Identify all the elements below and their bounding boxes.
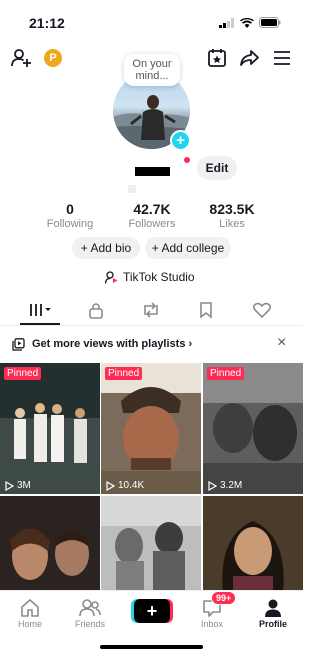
thumbnail-image <box>203 363 303 494</box>
stat-followers[interactable]: 42.7K Followers <box>112 201 192 231</box>
home-icon <box>21 599 39 617</box>
play-icon <box>208 480 217 491</box>
menu-icon[interactable] <box>271 47 293 69</box>
view-count: 3M <box>17 480 31 491</box>
thumbnail-image <box>0 496 100 593</box>
home-indicator <box>100 645 203 649</box>
add-avatar-button[interactable]: + <box>170 130 191 151</box>
nav-home-label: Home <box>17 619 42 629</box>
signal-icon <box>219 17 234 28</box>
friends-icon <box>79 599 101 617</box>
nav-profile-label: Profile <box>258 619 287 629</box>
repost-icon <box>144 302 158 318</box>
thumbnail-image <box>203 496 303 593</box>
view-count: 3.2M <box>220 480 243 491</box>
thumbnail-image <box>101 363 201 494</box>
pinned-badge: Pinned <box>105 367 143 380</box>
profile-tabs <box>0 294 303 326</box>
status-bar: 21:12 <box>0 0 303 44</box>
share-icon[interactable] <box>238 47 260 69</box>
nav-inbox-label: Inbox <box>200 619 224 629</box>
bottom-nav: Home Friends + Inbox 99+ Profile <box>0 590 303 656</box>
tab-liked[interactable] <box>251 300 273 320</box>
studio-label: TikTok Studio <box>123 270 195 284</box>
tab-videos[interactable] <box>28 300 54 320</box>
edit-profile-button[interactable]: Edit <box>197 156 237 180</box>
create-button[interactable]: + <box>134 599 170 623</box>
promo-text: Get more views with playlists › <box>32 338 193 350</box>
playlist-promo[interactable]: Get more views with playlists › × <box>0 334 303 356</box>
inbox-badge: 99+ <box>211 591 237 605</box>
stat-likes[interactable]: 823.5K Likes <box>192 201 272 231</box>
studio-icon <box>105 270 118 284</box>
tab-favorites[interactable] <box>195 300 217 320</box>
play-icon <box>5 480 14 491</box>
profile-stats: 0 Following 42.7K Followers 823.5K Likes <box>0 201 303 233</box>
video-thumbnail[interactable]: Pinned 3.2M <box>203 363 303 494</box>
tiktok-studio-link[interactable]: TikTok Studio <box>105 270 195 284</box>
grid-icon <box>30 304 51 316</box>
thought-bubble[interactable]: On your mind... <box>124 54 180 86</box>
add-college-button[interactable]: + Add college <box>145 237 231 259</box>
nav-friends[interactable]: Friends <box>65 597 115 629</box>
battery-icon <box>259 17 281 28</box>
profile-icon <box>265 599 281 617</box>
tab-reposts[interactable] <box>140 300 162 320</box>
nav-home[interactable]: Home <box>5 597 55 629</box>
nav-profile[interactable]: Profile <box>248 597 298 629</box>
notification-dot <box>184 157 190 163</box>
video-thumbnail[interactable]: Pinned 3M <box>0 363 100 494</box>
play-icon <box>106 480 115 491</box>
redaction-mark <box>128 185 136 193</box>
thumbnail-image <box>0 363 100 494</box>
video-thumbnail[interactable] <box>203 496 303 593</box>
pinned-badge: Pinned <box>207 367 245 380</box>
bookmark-icon <box>200 302 212 319</box>
view-count: 10.4K <box>118 480 145 491</box>
thumbnail-image <box>101 496 201 593</box>
coins-icon[interactable]: P <box>44 49 62 67</box>
username-redacted <box>135 167 170 176</box>
active-tab-indicator <box>20 323 60 325</box>
stat-following[interactable]: 0 Following <box>30 201 110 231</box>
video-thumbnail[interactable] <box>0 496 100 593</box>
tab-private[interactable] <box>85 300 107 320</box>
close-icon[interactable]: × <box>277 334 286 352</box>
calendar-star-icon[interactable] <box>206 47 228 69</box>
wifi-icon <box>240 17 254 28</box>
lock-icon <box>89 303 103 319</box>
video-grid: Pinned 3M Pinned 10.4K Pinned 3.2M <box>0 363 303 593</box>
status-time: 21:12 <box>29 15 65 31</box>
video-thumbnail[interactable]: Pinned 10.4K <box>101 363 201 494</box>
playlist-icon <box>12 338 25 351</box>
add-bio-button[interactable]: + Add bio <box>72 237 140 259</box>
heart-icon <box>253 302 271 318</box>
video-thumbnail[interactable] <box>101 496 201 593</box>
pinned-badge: Pinned <box>4 367 42 380</box>
nav-friends-label: Friends <box>74 619 105 629</box>
add-friend-icon[interactable] <box>10 47 32 69</box>
